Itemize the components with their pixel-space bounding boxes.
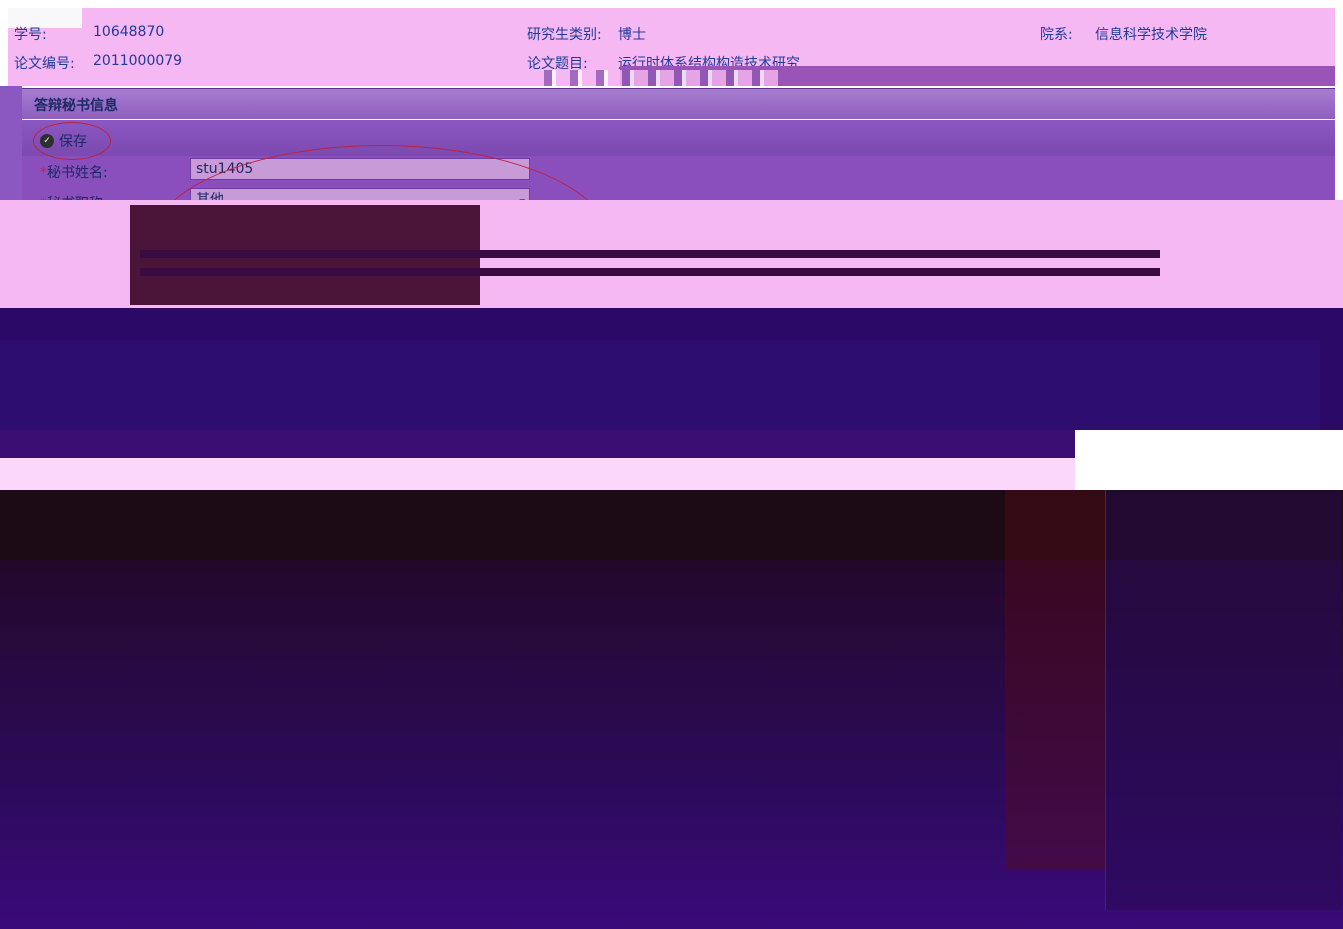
panel-title: 答辩秘书信息: [34, 98, 118, 114]
save-button[interactable]: ✓ 保存: [40, 131, 87, 151]
dept-value: 信息科学技术学院: [1095, 27, 1207, 43]
check-circle-icon: ✓: [40, 134, 54, 148]
thesis-no-value: 2011000079: [93, 53, 183, 69]
student-id-label: 学号:: [14, 27, 47, 43]
student-id-value: 10648870: [93, 24, 165, 40]
required-mark: *: [40, 165, 47, 181]
panel-header: 答辩秘书信息: [22, 88, 1335, 119]
garbled-band-mid: [0, 430, 1075, 458]
panel-toolbar: ✓ 保存: [22, 120, 1335, 156]
name-label-text: 秘书姓名:: [47, 165, 108, 181]
garbled-line-1: [140, 250, 1160, 258]
left-gutter: [0, 86, 22, 206]
garbled-white-box: [1075, 430, 1343, 490]
save-label: 保存: [59, 134, 87, 150]
header-noise: [530, 70, 780, 86]
dept-label: 院系:: [1040, 27, 1073, 43]
name-field-label: *秘书姓名:: [40, 162, 108, 182]
category-label: 研究生类别:: [527, 27, 602, 43]
secretary-name-input[interactable]: stu1405: [190, 158, 530, 180]
garbled-mid-column: [1005, 490, 1105, 870]
garbled-line-2: [140, 268, 1160, 276]
thesis-no-label: 论文编号:: [14, 56, 75, 72]
category-value: 博士: [618, 27, 646, 43]
garbled-right-column: [1105, 490, 1342, 910]
